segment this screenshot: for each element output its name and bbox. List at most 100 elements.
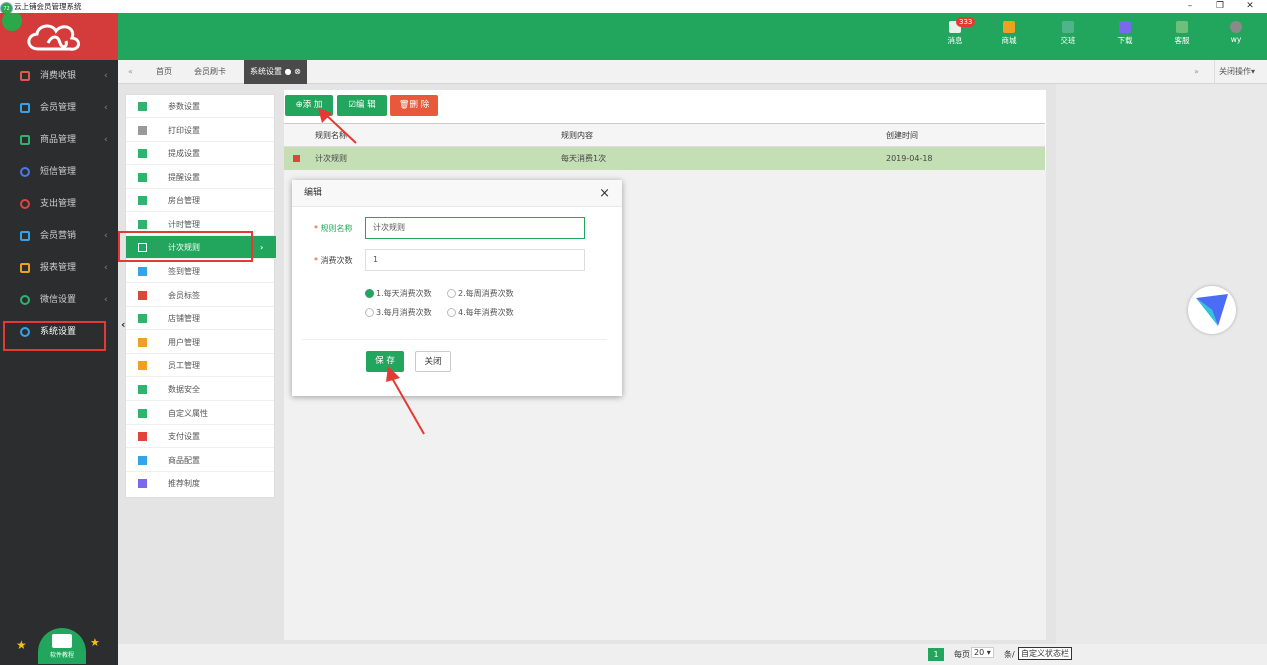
star-icon: ★: [16, 638, 27, 652]
sidebar-item-sms[interactable]: 短信管理: [0, 156, 118, 188]
subnav-item[interactable]: 提成设置: [126, 142, 274, 165]
subnav-item[interactable]: 提醒设置: [126, 166, 274, 189]
row-rule-content: 每天消费1次: [561, 154, 607, 163]
tabs-next-button[interactable]: »: [1194, 60, 1199, 84]
column-header-date: 创建时间: [886, 131, 918, 140]
page-number[interactable]: 1: [928, 648, 944, 661]
per-page-suffix: 条/: [1004, 650, 1015, 659]
tab-close-icon[interactable]: ● ⊗: [285, 67, 301, 76]
row-created-date: 2019-04-18: [886, 154, 933, 163]
support-icon: [1176, 21, 1188, 33]
subnav-item[interactable]: 员工管理: [126, 354, 274, 377]
table-header: 规则名称 规则内容 创建时间: [284, 123, 1045, 147]
tab-label: 系统设置: [250, 67, 282, 76]
close-icon[interactable]: ×: [599, 180, 610, 207]
sidebar-item-marketing[interactable]: 会员营销 ‹: [0, 220, 118, 252]
tutorial-button[interactable]: 软件教程: [38, 628, 86, 664]
store-icon: [138, 314, 147, 323]
gift-icon: [20, 231, 30, 241]
timer-icon: [138, 220, 147, 229]
bird-icon: [1196, 294, 1228, 326]
checkin-icon: [138, 267, 147, 276]
collapse-subnav-button[interactable]: ‹: [121, 318, 126, 331]
params-icon: [138, 102, 147, 111]
radio-checked-icon: [365, 289, 374, 298]
chevron-right-icon: ›: [260, 243, 264, 252]
save-button[interactable]: 保 存: [366, 351, 404, 372]
consume-count-input[interactable]: 1: [365, 249, 585, 271]
per-page-select[interactable]: 20 ▾: [971, 647, 994, 658]
highlight-system-settings: [3, 321, 106, 351]
tabs-prev-button[interactable]: «: [128, 60, 133, 84]
subnav-item[interactable]: 店铺管理: [126, 307, 274, 330]
subnav-item[interactable]: 房台管理: [126, 189, 274, 212]
sidebar-item-products[interactable]: 商品管理 ‹: [0, 124, 118, 156]
close-operations-menu[interactable]: 关闭操作▾: [1214, 60, 1255, 84]
tab-bar: « 首页 会员刷卡 系统设置 ● ⊗ » 关闭操作▾: [118, 60, 1267, 84]
column-header-name: 规则名称: [315, 131, 347, 140]
rule-name-input[interactable]: 计次规则: [365, 217, 585, 239]
sidebar-item-members[interactable]: 会员管理 ‹: [0, 92, 118, 124]
add-button[interactable]: ⊕添 加: [285, 95, 333, 116]
sidebar-item-cashier[interactable]: 消费收银 ‹: [0, 60, 118, 92]
subnav-item[interactable]: 商品配置: [126, 449, 274, 472]
support-button[interactable]: 客服: [1167, 21, 1197, 46]
tab-member-card[interactable]: 会员刷卡: [194, 60, 226, 84]
radio-daily[interactable]: 1.每天消费次数: [365, 288, 432, 299]
settings-subnav: 参数设置 打印设置 提成设置 提醒设置 房台管理 计时管理 计次规则 › 签到管理…: [125, 94, 276, 498]
handover-button[interactable]: 交班: [1053, 21, 1083, 46]
subnav-item[interactable]: 推荐制度: [126, 472, 274, 495]
tab-system-settings[interactable]: 系统设置 ● ⊗: [244, 60, 307, 84]
message-count-badge: 333: [956, 17, 976, 27]
subnav-item[interactable]: 数据安全: [126, 378, 274, 401]
custom-attr-icon: [138, 409, 147, 418]
cashier-icon: [20, 71, 30, 81]
sidebar-item-wechat[interactable]: 微信设置 ‹: [0, 284, 118, 316]
radio-weekly[interactable]: 2.每周消费次数: [447, 288, 514, 299]
close-window-button[interactable]: ✕: [1236, 0, 1264, 13]
maximize-button[interactable]: ❐: [1206, 0, 1234, 13]
message-button[interactable]: 333 消息: [940, 17, 976, 46]
sidebar-item-expenses[interactable]: 支出管理: [0, 188, 118, 220]
report-icon: [20, 263, 30, 273]
sidebar: 消费收银 ‹ 会员管理 ‹ 商品管理 ‹ 短信管理 支出管理 会员营销 ‹ 报表管理 ‹ …: [0, 60, 118, 665]
tag-icon: [138, 291, 147, 300]
delete-button[interactable]: 🗑删 除: [390, 95, 438, 116]
table-row[interactable]: 计次规则 每天消费1次 2019-04-18: [284, 147, 1045, 170]
subnav-item[interactable]: 自定义属性: [126, 402, 274, 425]
window-titlebar: 72 云上铺会员管理系统 – ❐ ✕: [0, 0, 1267, 15]
staff-icon: [138, 361, 147, 370]
radio-icon: [447, 308, 456, 317]
sms-icon: [20, 167, 30, 177]
radio-monthly[interactable]: 3.每月消费次数: [365, 307, 432, 318]
sidebar-item-reports[interactable]: 报表管理 ‹: [0, 252, 118, 284]
divider: [302, 339, 607, 340]
subnav-item[interactable]: 打印设置: [126, 119, 274, 142]
subnav-item[interactable]: 签到管理: [126, 260, 274, 283]
username: wy: [1230, 35, 1242, 44]
rule-name-label: * 规则名称: [314, 224, 353, 233]
radio-icon: [365, 308, 374, 317]
radio-yearly[interactable]: 4.每年消费次数: [447, 307, 514, 318]
subnav-item[interactable]: 参数设置: [126, 95, 274, 118]
highlight-count-rules: [118, 231, 253, 262]
download-button[interactable]: 下载: [1110, 21, 1140, 46]
download-label: 下载: [1117, 36, 1133, 45]
handover-label: 交班: [1060, 36, 1076, 45]
minimize-button[interactable]: –: [1176, 0, 1204, 13]
close-dialog-button[interactable]: 关闭: [415, 351, 451, 372]
mall-label: 商城: [1001, 36, 1017, 45]
edit-button[interactable]: ☑编 辑: [337, 95, 387, 116]
subnav-item[interactable]: 会员标签: [126, 284, 274, 307]
consume-count-label: * 消费次数: [314, 256, 353, 265]
products-icon: [20, 135, 30, 145]
user-icon: [138, 338, 147, 347]
tab-home[interactable]: 首页: [156, 60, 172, 84]
user-menu[interactable]: wy: [1221, 21, 1251, 44]
app-logo: [0, 11, 118, 60]
subnav-item[interactable]: 用户管理: [126, 331, 274, 354]
assistant-bird-icon[interactable]: [1188, 286, 1236, 334]
mall-button[interactable]: 商城: [994, 21, 1024, 46]
subnav-item[interactable]: 支付设置: [126, 425, 274, 448]
row-checkbox[interactable]: [293, 155, 300, 162]
